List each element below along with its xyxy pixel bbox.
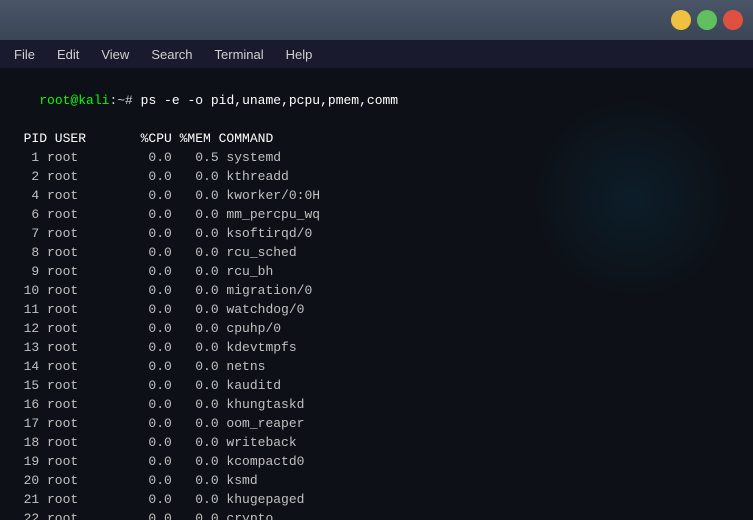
table-row: 11 root 0.0 0.0 watchdog/0 — [8, 300, 745, 319]
table-row: 14 root 0.0 0.0 netns — [8, 357, 745, 376]
menu-edit[interactable]: Edit — [47, 45, 89, 64]
menu-help[interactable]: Help — [276, 45, 323, 64]
prompt-line: root@kali:~# ps -e -o pid,uname,pcpu,pme… — [8, 72, 745, 129]
menu-terminal[interactable]: Terminal — [205, 45, 274, 64]
table-row: 17 root 0.0 0.0 oom_reaper — [8, 414, 745, 433]
terminal-command: ps -e -o pid,uname,pcpu,pmem,comm — [141, 93, 398, 108]
table-row: 18 root 0.0 0.0 writeback — [8, 433, 745, 452]
process-list: 1 root 0.0 0.5 systemd 2 root 0.0 0.0 kt… — [8, 148, 745, 520]
menu-view[interactable]: View — [91, 45, 139, 64]
ps-header: PID USER %CPU %MEM COMMAND — [8, 129, 745, 148]
table-row: 21 root 0.0 0.0 khugepaged — [8, 490, 745, 509]
table-row: 8 root 0.0 0.0 rcu_sched — [8, 243, 745, 262]
terminal-area[interactable]: root@kali:~# ps -e -o pid,uname,pcpu,pme… — [0, 68, 753, 520]
window-controls — [671, 10, 743, 30]
titlebar — [0, 0, 753, 40]
minimize-button[interactable] — [671, 10, 691, 30]
table-row: 22 root 0.0 0.0 crypto — [8, 509, 745, 520]
table-row: 13 root 0.0 0.0 kdevtmpfs — [8, 338, 745, 357]
menu-file[interactable]: File — [4, 45, 45, 64]
table-row: 7 root 0.0 0.0 ksoftirqd/0 — [8, 224, 745, 243]
table-row: 16 root 0.0 0.0 khungtaskd — [8, 395, 745, 414]
menubar: File Edit View Search Terminal Help — [0, 40, 753, 68]
table-row: 20 root 0.0 0.0 ksmd — [8, 471, 745, 490]
table-row: 6 root 0.0 0.0 mm_percpu_wq — [8, 205, 745, 224]
maximize-button[interactable] — [697, 10, 717, 30]
terminal-prompt: root@kali — [39, 93, 109, 108]
close-button[interactable] — [723, 10, 743, 30]
table-row: 2 root 0.0 0.0 kthreadd — [8, 167, 745, 186]
table-row: 19 root 0.0 0.0 kcompactd0 — [8, 452, 745, 471]
table-row: 12 root 0.0 0.0 cpuhp/0 — [8, 319, 745, 338]
table-row: 1 root 0.0 0.5 systemd — [8, 148, 745, 167]
menu-search[interactable]: Search — [141, 45, 202, 64]
table-row: 15 root 0.0 0.0 kauditd — [8, 376, 745, 395]
table-row: 4 root 0.0 0.0 kworker/0:0H — [8, 186, 745, 205]
table-row: 9 root 0.0 0.0 rcu_bh — [8, 262, 745, 281]
table-row: 10 root 0.0 0.0 migration/0 — [8, 281, 745, 300]
